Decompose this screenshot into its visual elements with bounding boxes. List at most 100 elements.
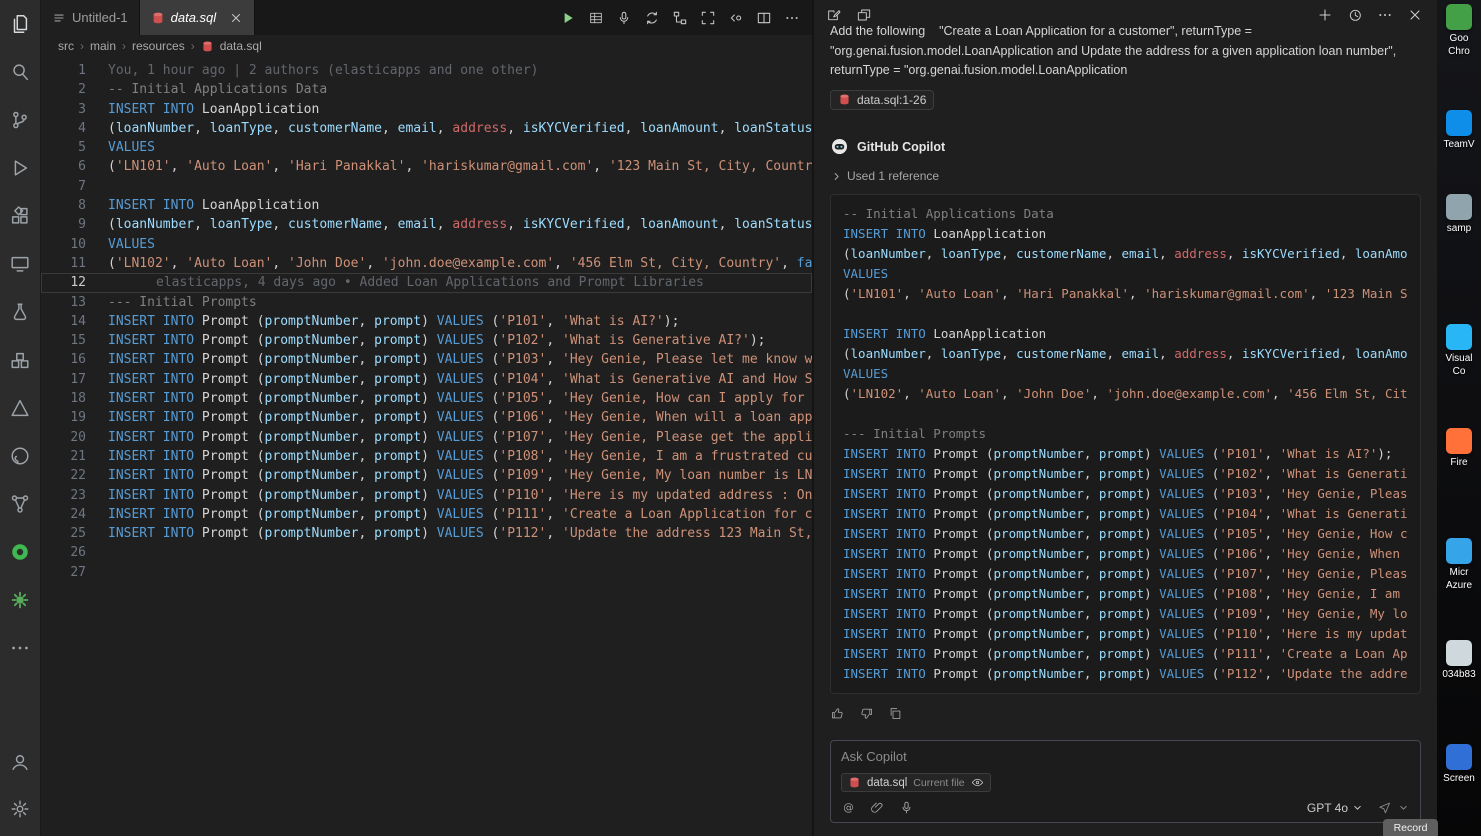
editor-line-7[interactable]: 7 [41, 177, 812, 196]
editor-line-2[interactable]: 2 -- Initial Applications Data [41, 80, 812, 99]
input-icons: @ [841, 800, 914, 815]
extensions-icon[interactable] [0, 192, 41, 240]
editor-line-11[interactable]: 11 ('LN102', 'Auto Loan', 'John Doe', 'jo… [41, 254, 812, 273]
mic-icon[interactable] [616, 10, 632, 26]
gradle-icon[interactable] [0, 528, 41, 576]
chat-toolbar [814, 0, 1437, 26]
file-034b83-icon [1446, 640, 1472, 666]
chat-input-box[interactable]: Ask Copilot data.sql Current file @ GPT … [830, 740, 1421, 823]
editor-line-12[interactable]: 12 elasticapps, 4 days ago • Added Loan A… [41, 273, 812, 292]
editor-line-4[interactable]: 4 (loanNumber, loanType, customerName, em… [41, 119, 812, 138]
used-references-toggle[interactable]: Used 1 reference [830, 169, 1421, 183]
editor-line-3[interactable]: 3 INSERT INTO LoanApplication [41, 100, 812, 119]
editor-line-16[interactable]: 16 INSERT INTO Prompt (promptNumber, prom… [41, 350, 812, 369]
tab-untitled-1[interactable]: Untitled-1 [41, 0, 140, 35]
editor-line-17[interactable]: 17 INSERT INTO Prompt (promptNumber, prom… [41, 370, 812, 389]
edit-session-icon[interactable] [826, 7, 842, 23]
desktop-item-firefox[interactable]: Fire [1437, 428, 1481, 469]
sync-icon[interactable] [644, 10, 660, 26]
desktop-item-teamviewer[interactable]: TeamV [1437, 110, 1481, 151]
send-icon[interactable] [1377, 800, 1392, 815]
breadcrumb-item-main[interactable]: main [90, 39, 116, 53]
editor-line-14[interactable]: 14 INSERT INTO Prompt (promptNumber, prom… [41, 312, 812, 331]
type-hierarchy-icon[interactable] [672, 10, 688, 26]
copilot-icon [830, 137, 849, 156]
desktop-item-google-chrome[interactable]: Goo Chro [1437, 4, 1481, 58]
source-control-icon[interactable] [0, 96, 41, 144]
settings-icon[interactable] [0, 785, 41, 832]
thumbs-up-icon[interactable] [830, 706, 845, 721]
editor-line-19[interactable]: 19 INSERT INTO Prompt (promptNumber, prom… [41, 408, 812, 427]
editor-line-6[interactable]: 6 ('LN101', 'Auto Loan', 'Hari Panakkal',… [41, 157, 812, 176]
desktop-item-microsoft-azure[interactable]: Micr Azure [1437, 538, 1481, 592]
more-actions-icon[interactable] [0, 624, 41, 672]
search-icon[interactable] [0, 48, 41, 96]
record-button[interactable]: Record [1383, 819, 1438, 836]
sql-file-icon [201, 40, 214, 53]
open-in-window-icon[interactable] [856, 7, 872, 23]
history-icon[interactable] [1347, 7, 1363, 23]
editor-line-24[interactable]: 24 INSERT INTO Prompt (promptNumber, prom… [41, 505, 812, 524]
context-chip[interactable]: data.sql Current file [841, 773, 991, 792]
split-editor-icon[interactable] [756, 10, 772, 26]
notebook-grid-icon[interactable] [588, 10, 604, 26]
editor-line-13[interactable]: 13 --- Initial Prompts [41, 293, 812, 312]
file-reference-chip[interactable]: data.sql:1-26 [830, 89, 935, 110]
mic-icon[interactable] [899, 800, 914, 815]
editor-line-23[interactable]: 23 INSERT INTO Prompt (promptNumber, prom… [41, 486, 812, 505]
chat-code-block[interactable]: -- Initial Applications Data INSERT INTO … [830, 194, 1421, 694]
containers-icon[interactable] [0, 336, 41, 384]
new-chat-icon[interactable] [1317, 7, 1333, 23]
code-editor[interactable]: 1 You, 1 hour ago | 2 authors (elasticapp… [41, 61, 812, 836]
chat-toolbar-right [1317, 7, 1423, 23]
editor-line-9[interactable]: 9 (loanNumber, loanType, customerName, em… [41, 215, 812, 234]
copy-icon[interactable] [888, 706, 903, 721]
chevron-down-icon [1351, 801, 1364, 814]
editor-line-20[interactable]: 20 INSERT INTO Prompt (promptNumber, prom… [41, 428, 812, 447]
close-tab-icon[interactable] [229, 11, 243, 25]
breadcrumb-item-file[interactable]: data.sql [220, 39, 262, 53]
run-icon[interactable] [560, 10, 576, 26]
desktop-item-sample-file[interactable]: samp [1437, 194, 1481, 235]
attach-icon[interactable] [870, 800, 885, 815]
editor-line-27[interactable]: 27 [41, 563, 812, 582]
editor-line-18[interactable]: 18 INSERT INTO Prompt (promptNumber, prom… [41, 389, 812, 408]
chat-conversation[interactable]: Add the following "Create a Loan Applica… [814, 26, 1437, 740]
azure-icon[interactable] [0, 384, 41, 432]
screenshot-frame-icon[interactable] [700, 10, 716, 26]
model-picker[interactable]: GPT 4o [1307, 801, 1364, 815]
desktop-item-screen-recorder[interactable]: Screen [1437, 744, 1481, 785]
editor-line-8[interactable]: 8 INSERT INTO LoanApplication [41, 196, 812, 215]
editor-line-5[interactable]: 5 VALUES [41, 138, 812, 157]
open-changes-icon[interactable] [728, 10, 744, 26]
breadcrumb-item-resources[interactable]: resources [132, 39, 185, 53]
desktop-item-file-034b83[interactable]: 034b83 [1437, 640, 1481, 681]
github-icon[interactable] [0, 432, 41, 480]
thumbs-down-icon[interactable] [859, 706, 874, 721]
tab-label: Untitled-1 [72, 10, 128, 25]
explorer-icon[interactable] [0, 0, 41, 48]
mention-icon[interactable]: @ [841, 800, 856, 815]
testing-icon[interactable] [0, 288, 41, 336]
share-graph-icon[interactable] [0, 480, 41, 528]
more-actions-icon[interactable] [784, 10, 800, 26]
editor-line-1[interactable]: 1 You, 1 hour ago | 2 authors (elasticapp… [41, 61, 812, 80]
vscode-window: Untitled-1 data.sql src › main › resourc… [0, 0, 1481, 836]
editor-line-15[interactable]: 15 INSERT INTO Prompt (promptNumber, prom… [41, 331, 812, 350]
remote-explorer-icon[interactable] [0, 240, 41, 288]
editor-line-10[interactable]: 10 VALUES [41, 235, 812, 254]
chevron-down-icon[interactable] [1397, 801, 1410, 814]
more-actions-icon[interactable] [1377, 7, 1393, 23]
desktop-item-visual-studio-code[interactable]: Visual Co [1437, 324, 1481, 378]
editor-line-26[interactable]: 26 [41, 543, 812, 562]
run-and-debug-icon[interactable] [0, 144, 41, 192]
close-icon[interactable] [1407, 7, 1423, 23]
accounts-icon[interactable] [0, 738, 41, 785]
editor-line-22[interactable]: 22 INSERT INTO Prompt (promptNumber, prom… [41, 466, 812, 485]
editor-line-21[interactable]: 21 INSERT INTO Prompt (promptNumber, prom… [41, 447, 812, 466]
editor-line-25[interactable]: 25 INSERT INTO Prompt (promptNumber, prom… [41, 524, 812, 543]
tab-data-sql[interactable]: data.sql [139, 0, 256, 35]
breadcrumb-item-src[interactable]: src [58, 39, 74, 53]
extension-gear-icon[interactable] [0, 576, 41, 624]
screen-recorder-icon [1446, 744, 1472, 770]
